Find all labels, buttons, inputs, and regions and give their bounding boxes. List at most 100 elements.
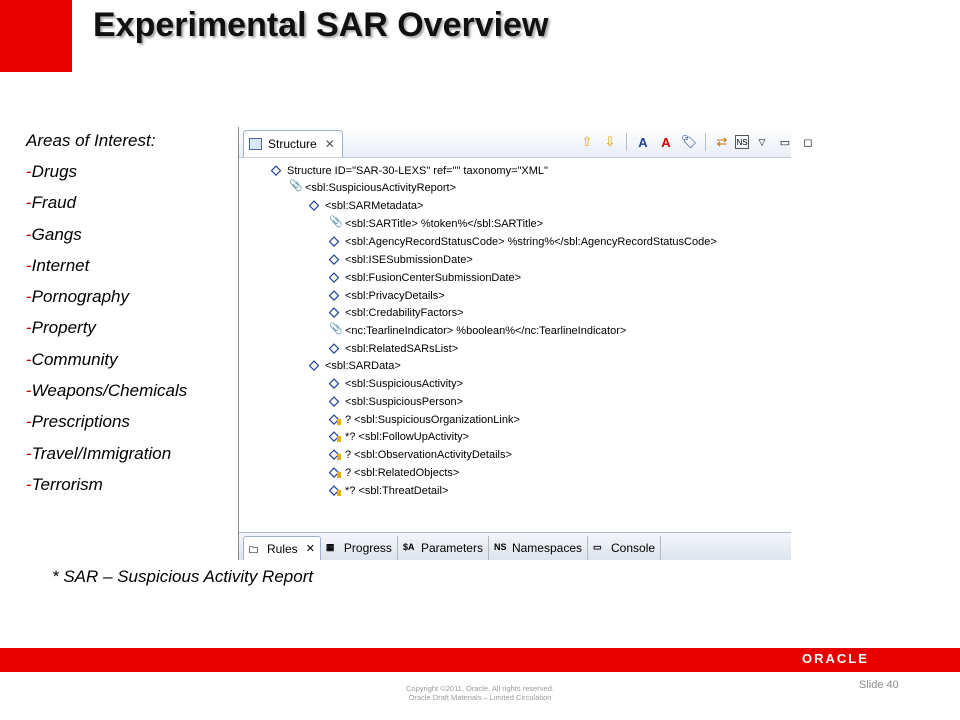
tab-rules[interactable]: 🗀 Rules ✕ (243, 536, 321, 560)
tab-structure-label: Structure (268, 137, 317, 151)
paperclip-icon (289, 179, 303, 194)
slide-number: Slide 40 (859, 679, 899, 691)
tree-node[interactable]: ? <sbl:SuspiciousOrganizationLink> (329, 411, 520, 428)
tab-label: Console (611, 541, 656, 555)
tree-node-label: <sbl:SARTitle> %token%</sbl:SARTitle> (345, 217, 544, 230)
area-label: Community (31, 349, 118, 369)
tree-node-label: ? <sbl:RelatedObjects> (345, 466, 460, 479)
console-icon: ▭ (593, 542, 602, 552)
bottom-tabbar: 🗀 Rules ✕ ▦ Progress $A Parameters NS Namespaces… (239, 532, 791, 560)
tree-node[interactable]: <sbl:ISESubmissionDate> (329, 251, 473, 268)
tree-node-label: <nc:TearlineIndicator> %boolean%</nc:Tea… (345, 324, 627, 337)
tree-node-label: <sbl:SuspiciousPerson> (345, 395, 464, 408)
down-arrow-icon[interactable]: ⇩ (600, 132, 620, 152)
tree-node-label: <sbl:SuspiciousActivity> (345, 377, 463, 390)
tree-node-label: <sbl:SuspiciousActivityReport> (305, 181, 457, 194)
paperclip-icon (329, 215, 343, 230)
element-node-icon (329, 304, 341, 320)
close-icon[interactable]: ✕ (306, 542, 315, 555)
element-node-icon (329, 287, 341, 303)
tree-node[interactable]: <sbl:SuspiciousPerson> (329, 393, 463, 410)
tree-node-label: *? <sbl:FollowUpActivity> (345, 430, 470, 443)
tab-label: Rules (267, 541, 298, 556)
tree-node[interactable]: <sbl:SuspiciousActivityReport> (289, 179, 456, 196)
up-arrow-icon[interactable]: ⇧ (577, 132, 597, 152)
element-node-icon (271, 162, 283, 178)
structure-icon (249, 138, 262, 150)
element-node-icon (329, 251, 341, 267)
area-item: -Internet (26, 253, 236, 284)
tree-node[interactable]: *? <sbl:FollowUpActivity> (329, 428, 469, 445)
tree-node[interactable]: <sbl:SARTitle> %token%</sbl:SARTitle> (329, 215, 543, 232)
namespaces-icon: NS (493, 542, 507, 552)
element-node-icon (329, 411, 341, 427)
area-label: Property (31, 318, 96, 338)
namespace-icon[interactable]: NS (735, 135, 749, 149)
move-icon[interactable]: ⇄ (712, 132, 732, 152)
tab-console[interactable]: ▭ Console (588, 536, 662, 560)
mark-icon[interactable]: 🏷 (679, 132, 699, 152)
view-toolbar: ⇧ ⇩ A A 🏷 ⇄ NS ▽ ▭ ◻ (577, 132, 818, 152)
tab-namespaces[interactable]: NS Namespaces (489, 536, 588, 560)
tree-node-label: <sbl:RelatedSARsList> (345, 342, 459, 355)
tree-node[interactable]: ? <sbl:RelatedObjects> (329, 464, 459, 481)
element-node-icon (329, 269, 341, 285)
areas-of-interest: Areas of Interest: -Drugs -Fraud -Gangs -In… (26, 128, 236, 503)
copyright-line-2: Oracle Draft Materials – Limited Circula… (408, 693, 552, 702)
area-item: -Drugs (26, 159, 236, 190)
element-node-icon (309, 197, 321, 213)
tab-structure[interactable]: Structure ✕ (243, 130, 343, 157)
tree-node[interactable]: <nc:TearlineIndicator> %boolean%</nc:Tea… (329, 322, 626, 339)
tree-node-label: <sbl:SARData> (325, 359, 401, 372)
add-attribute-icon[interactable]: A (633, 132, 653, 152)
tree-node[interactable]: <sbl:FusionCenterSubmissionDate> (329, 269, 521, 286)
tree-node-label: <sbl:AgencyRecordStatusCode> %string%</s… (345, 235, 717, 248)
tree-node[interactable]: <sbl:SARData> (309, 357, 401, 374)
area-label: Weapons/Chemicals (31, 381, 188, 401)
element-node-icon (329, 464, 341, 480)
tree-node-label: <sbl:CredabilityFactors> (345, 306, 464, 319)
element-node-icon (329, 393, 341, 409)
close-icon[interactable]: ✕ (325, 137, 335, 151)
tab-progress[interactable]: ▦ Progress (321, 536, 398, 560)
tree-node[interactable]: <sbl:AgencyRecordStatusCode> %string%</s… (329, 233, 717, 250)
tree-node[interactable]: Structure ID="SAR-30-LEXS" ref="" taxono… (271, 162, 548, 179)
tree-node[interactable]: ? <sbl:ObservationActivityDetails> (329, 446, 512, 463)
tree-node[interactable]: <sbl:SuspiciousActivity> (329, 375, 463, 392)
tab-label: Progress (343, 541, 392, 555)
element-node-icon (329, 375, 341, 391)
area-item: -Travel/Immigration (26, 441, 236, 472)
area-item: -Gangs (26, 222, 236, 253)
minimize-icon[interactable]: ▭ (775, 132, 795, 152)
element-node-icon (329, 428, 341, 444)
area-label: Prescriptions (31, 412, 130, 432)
tree-node-label: Structure ID="SAR-30-LEXS" ref="" taxono… (287, 164, 548, 177)
folder-icon: 🗀 (249, 544, 259, 555)
view-menu-icon[interactable]: ▽ (752, 132, 772, 152)
toolbar-separator (705, 133, 706, 151)
paperclip-icon (329, 322, 343, 337)
copyright-line-1: Copyright ©2011, Oracle. All rights rese… (406, 684, 554, 693)
area-label: Travel/Immigration (31, 443, 172, 463)
maximize-icon[interactable]: ◻ (798, 132, 818, 152)
tree-node[interactable]: <sbl:CredabilityFactors> (329, 304, 464, 321)
element-node-icon (329, 446, 341, 462)
tree-node[interactable]: *? <sbl:ThreatDetail> (329, 482, 448, 499)
area-label: Pornography (31, 287, 130, 307)
tab-parameters[interactable]: $A Parameters (398, 536, 489, 560)
delete-attribute-icon[interactable]: A (656, 132, 676, 152)
area-item: -Property (26, 315, 236, 346)
tree-node-label: ? <sbl:SuspiciousOrganizationLink> (345, 413, 520, 426)
tree-node[interactable]: <sbl:RelatedSARsList> (329, 340, 458, 357)
tree-node[interactable]: <sbl:SARMetadata> (309, 197, 423, 214)
area-item: -Community (26, 347, 236, 378)
oracle-logo: ORACLE (802, 651, 869, 666)
area-item: -Terrorism (26, 472, 236, 503)
area-item: -Weapons/Chemicals (26, 378, 236, 409)
slide-title: Experimental SAR Overview (93, 6, 549, 44)
structure-tree: Structure ID="SAR-30-LEXS" ref="" taxono… (239, 158, 791, 532)
area-label: Drugs (31, 162, 78, 181)
areas-heading: Areas of Interest: (26, 131, 156, 150)
tree-node[interactable]: <sbl:PrivacyDetails> (329, 287, 445, 304)
tree-node-label: <sbl:FusionCenterSubmissionDate> (345, 271, 522, 284)
